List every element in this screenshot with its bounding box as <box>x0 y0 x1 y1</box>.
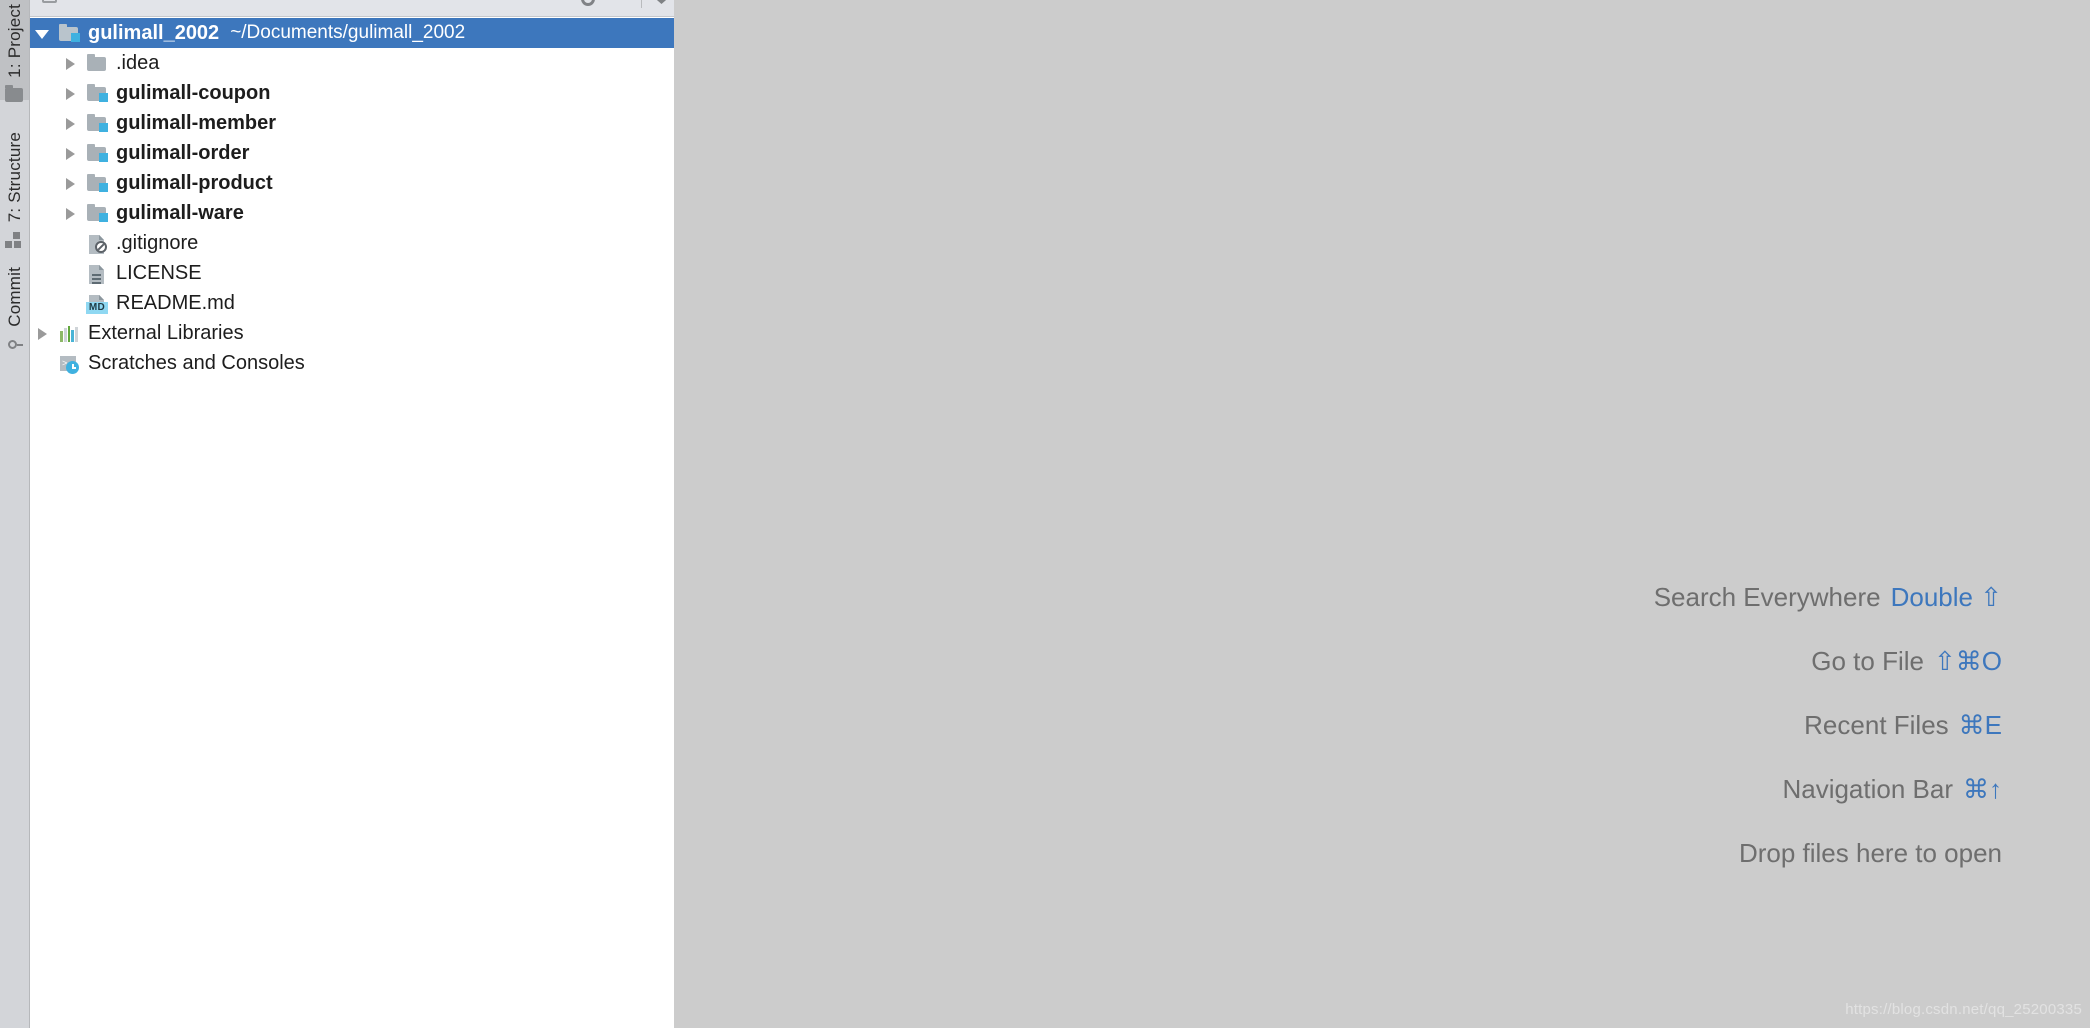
collapse-all-icon[interactable] <box>72 0 88 8</box>
tree-node-gulimall_2002[interactable]: gulimall_2002 ~/Documents/gulimall_2002 <box>30 18 674 48</box>
tree-node-gulimall-order[interactable]: gulimall-order <box>30 138 674 168</box>
text-file-icon <box>86 263 108 284</box>
gitignore-file-icon <box>86 233 108 254</box>
commit-icon <box>5 337 25 357</box>
tree-node-label: .idea <box>116 52 160 74</box>
tree-node-label: Scratches and Consoles <box>88 352 305 374</box>
settings-gear-icon[interactable] <box>581 0 597 8</box>
stripe-button-commit-label: Commit <box>4 267 24 327</box>
no-chevron-spacer <box>62 295 78 311</box>
chevron-right-icon[interactable] <box>62 205 78 221</box>
module-folder-icon <box>86 113 108 133</box>
tree-node-scratches-and-consoles[interactable]: > Scratches and Consoles <box>30 348 674 378</box>
ide-window: 1: Project 7: Structure Commit gulimall_… <box>0 0 2090 1028</box>
folder-icon <box>86 53 108 73</box>
chevron-right-icon[interactable] <box>34 325 50 341</box>
no-chevron-spacer <box>62 265 78 281</box>
tree-node-label: README.md <box>116 292 235 314</box>
markdown-file-icon: MD <box>86 293 108 314</box>
tree-node-label: .gitignore <box>116 232 199 254</box>
collapse-icon[interactable] <box>611 0 627 8</box>
tree-node-label: gulimall-product <box>116 172 273 194</box>
shortcut-go-to-file[interactable]: Go to File ⇧⌘O <box>1654 648 2002 674</box>
shortcut-search-everywhere[interactable]: Search Everywhere Double ⇧ <box>1654 584 2002 610</box>
tree-node-label: gulimall_2002 <box>88 22 220 44</box>
shortcut-keys: ⇧⌘O <box>1933 646 2002 676</box>
shortcut-keys: Double ⇧ <box>1890 582 2002 612</box>
stripe-button-commit[interactable]: Commit <box>0 263 29 363</box>
chevron-right-icon[interactable] <box>62 145 78 161</box>
shortcut-action-label: Go to File <box>1811 646 1924 676</box>
module-folder-icon <box>86 173 108 193</box>
shortcut-navigation-bar[interactable]: Navigation Bar ⌘↑ <box>1654 776 2002 802</box>
chevron-right-icon[interactable] <box>62 85 78 101</box>
tree-node-label: External Libraries <box>88 322 244 344</box>
tree-node-gulimall-member[interactable]: gulimall-member <box>30 108 674 138</box>
module-folder-icon <box>86 83 108 103</box>
no-chevron-spacer <box>62 235 78 251</box>
stripe-button-project-label: 1: Project <box>4 4 24 78</box>
tree-node-label: gulimall-order <box>116 142 250 164</box>
select-opened-file-icon[interactable] <box>42 0 58 8</box>
shortcut-recent-files[interactable]: Recent Files ⌘E <box>1654 712 2002 738</box>
stripe-button-structure[interactable]: 7: Structure <box>0 128 29 249</box>
tree-node-label: LICENSE <box>116 262 202 284</box>
scratches-icon: > <box>58 353 80 374</box>
tree-node-gulimall-coupon[interactable]: gulimall-coupon <box>30 78 674 108</box>
no-chevron-spacer <box>34 355 50 371</box>
shortcut-action-label: Recent Files <box>1804 710 1949 740</box>
project-folder-icon <box>4 84 25 102</box>
tree-node-gulimall-product[interactable]: gulimall-product <box>30 168 674 198</box>
tree-node-path: ~/Documents/gulimall_2002 <box>230 22 466 43</box>
module-folder-icon <box>86 203 108 223</box>
tree-node-label: gulimall-ware <box>116 202 244 224</box>
shortcut-action-label: Search Everywhere <box>1653 582 1881 612</box>
chevron-right-icon[interactable] <box>62 175 78 191</box>
project-tool-window: gulimall_2002 ~/Documents/gulimall_2002 … <box>30 0 674 1028</box>
expand-all-icon[interactable] <box>102 0 118 8</box>
shortcut-action-label: Drop files here to open <box>1738 838 2002 868</box>
stripe-button-structure-label: 7: Structure <box>4 132 24 223</box>
tree-node-gitignore[interactable]: .gitignore <box>30 228 674 258</box>
drop-files-hint: Drop files here to open <box>1654 840 2002 866</box>
tree-node-readme[interactable]: MD README.md <box>30 288 674 318</box>
markdown-badge-label: MD <box>86 302 108 314</box>
tool-window-stripe: 1: Project 7: Structure Commit <box>0 0 30 1028</box>
tree-node-external-libraries[interactable]: External Libraries <box>30 318 674 348</box>
module-folder-icon <box>58 23 80 43</box>
toolbar-separator <box>641 0 642 8</box>
external-libraries-icon <box>58 323 80 343</box>
tree-node-gulimall-ware[interactable]: gulimall-ware <box>30 198 674 228</box>
tree-node-label: gulimall-member <box>116 112 277 134</box>
shortcut-action-label: Navigation Bar <box>1782 774 1953 804</box>
tree-node-label: gulimall-coupon <box>116 82 271 104</box>
stripe-button-project[interactable]: 1: Project <box>0 0 29 102</box>
chevron-down-icon[interactable] <box>34 25 50 41</box>
tree-node-idea[interactable]: .idea <box>30 48 674 78</box>
chevron-right-icon[interactable] <box>62 55 78 71</box>
tree-node-license[interactable]: LICENSE <box>30 258 674 288</box>
project-tree[interactable]: gulimall_2002 ~/Documents/gulimall_2002 … <box>30 18 674 1028</box>
shortcut-hints: Search Everywhere Double ⇧ Go to File ⇧⌘O … <box>1654 584 2002 866</box>
structure-icon <box>4 232 25 250</box>
watermark: https://blog.csdn.net/qq_25200335 <box>1845 1001 2082 1018</box>
shortcut-keys: ⌘↑ <box>1963 774 2002 804</box>
chevron-right-icon[interactable] <box>62 115 78 131</box>
module-folder-icon <box>86 143 108 163</box>
shortcut-keys: ⌘E <box>1958 710 2002 740</box>
editor-empty-area[interactable]: Search Everywhere Double ⇧ Go to File ⇧⌘O … <box>674 0 2090 1028</box>
project-toolbar <box>30 0 674 17</box>
hide-icon[interactable] <box>656 0 672 8</box>
